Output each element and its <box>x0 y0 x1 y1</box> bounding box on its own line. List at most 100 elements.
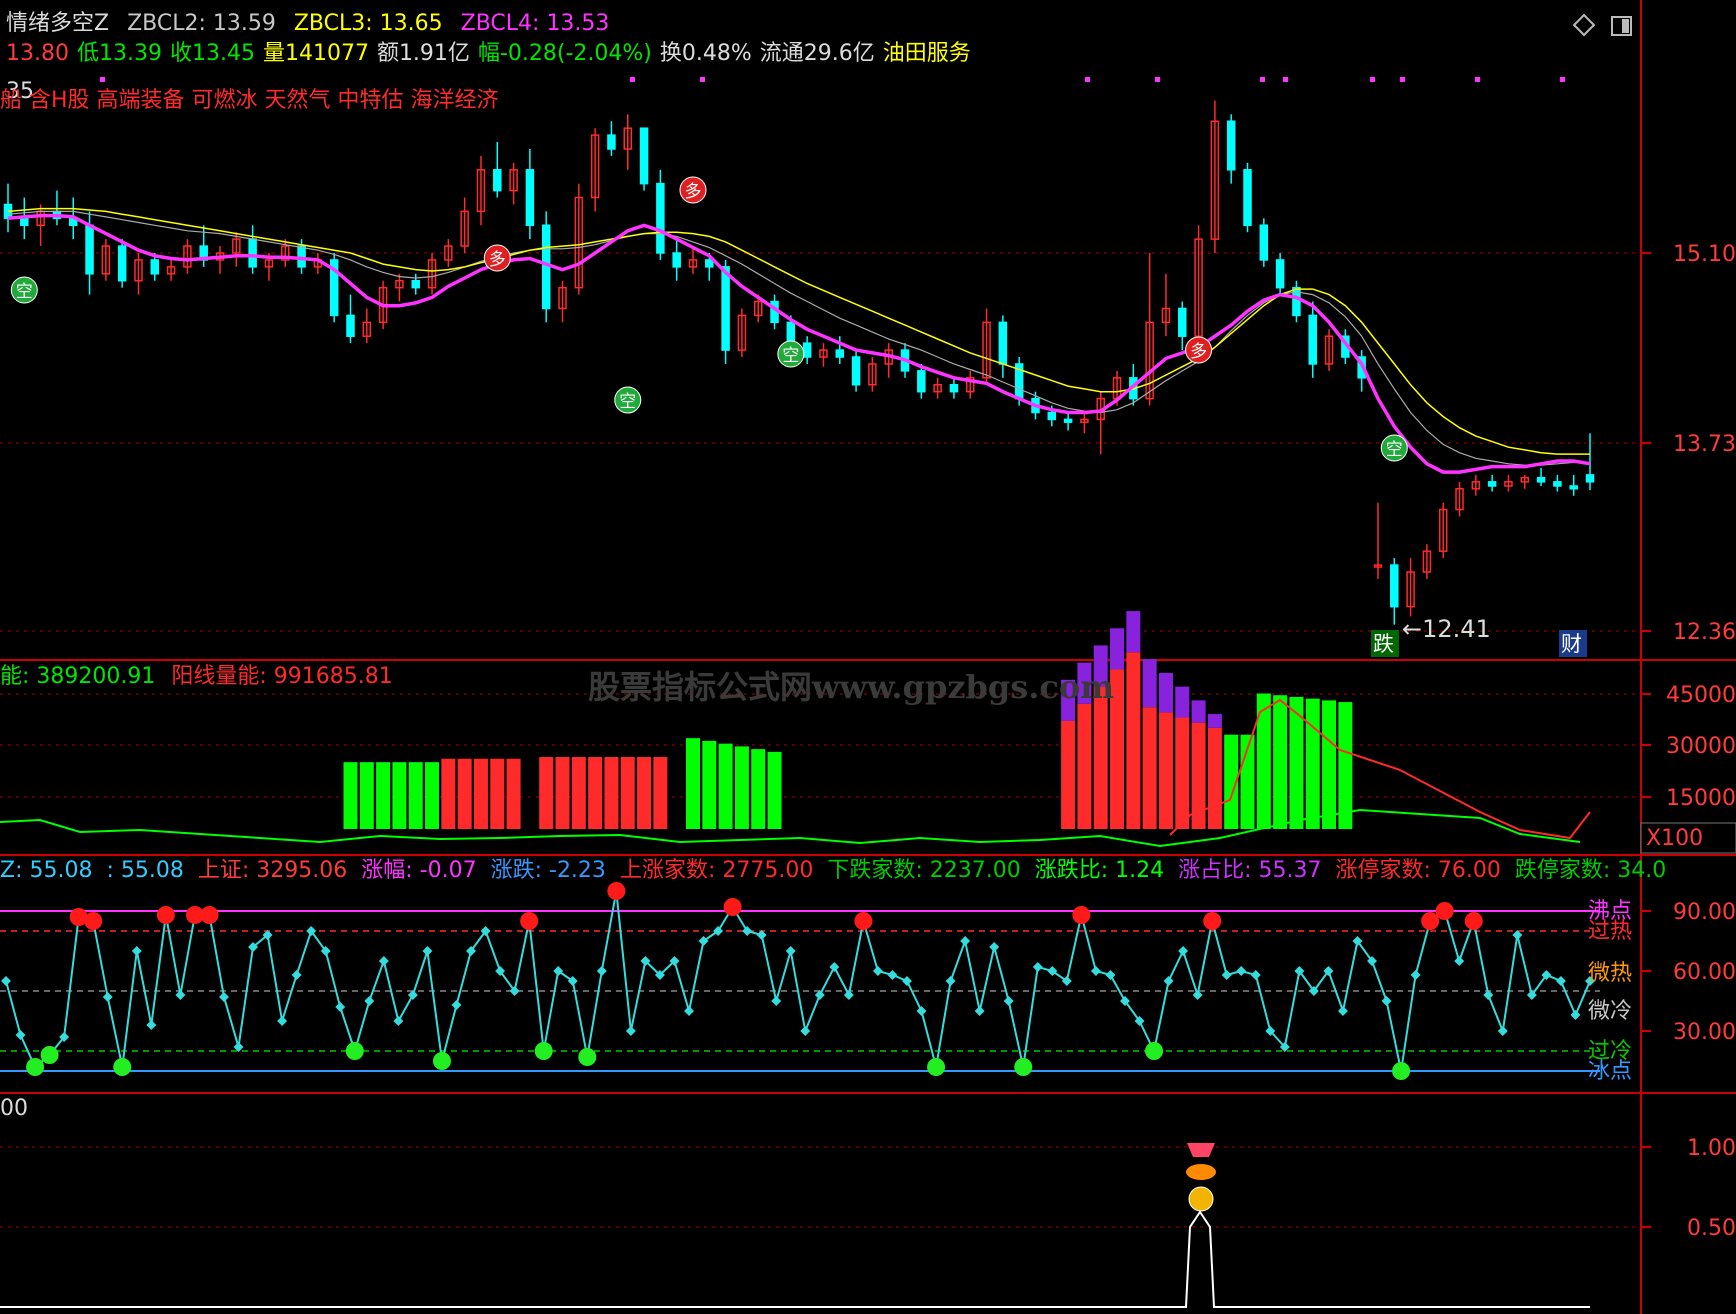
volume-bar <box>588 757 603 829</box>
volume-bar <box>555 757 570 829</box>
volume-bar <box>1142 707 1157 829</box>
candle-body <box>998 321 1008 365</box>
sentiment-point <box>887 970 898 980</box>
price-label-2: 13.73 <box>1673 432 1736 457</box>
sentiment-point <box>422 946 433 956</box>
zone-label-warm: 微热 <box>1588 961 1632 986</box>
candle-body <box>835 349 845 358</box>
top-marker <box>1370 77 1375 82</box>
sentiment-point <box>451 1000 462 1010</box>
volume-bar <box>359 762 374 829</box>
candle-body <box>1308 314 1317 365</box>
row2-item-6: 换0.48% <box>659 41 752 66</box>
row2-item-7: 流通29.6亿 <box>759 41 875 66</box>
vol-legend-item-0: 能: 389200.91 <box>0 664 156 689</box>
row2-item-2: 收13.45 <box>169 41 255 66</box>
volume-bar-top <box>1142 659 1157 708</box>
candle-body <box>1275 259 1285 289</box>
overheat-dot <box>723 898 742 916</box>
zone-label-overheat: 过热 <box>1588 919 1632 944</box>
top-marker <box>100 77 105 82</box>
signal-spike <box>0 1210 1590 1308</box>
sentiment-point <box>219 992 229 1002</box>
watermark: 股票指标公式网www.gpzbgs.com <box>588 668 1114 706</box>
signal-dot-label: 多 <box>1190 342 1207 362</box>
signal-label-2: 0.50 <box>1687 1216 1736 1241</box>
candle-body <box>150 259 160 275</box>
top-marker <box>1475 77 1480 82</box>
row1-item-0: 情绪多空Z <box>6 11 110 36</box>
volume-bar <box>637 757 652 829</box>
axis-labels: 15.10 13.73 12.36 45000 30000 15000 X100… <box>1640 242 1736 1241</box>
signal-label-1: 1.00 <box>1687 1136 1736 1161</box>
cai-badge: 财 <box>1561 632 1582 656</box>
volume-bar <box>1077 703 1092 829</box>
sentiment-point <box>146 1020 157 1030</box>
top-marker <box>1560 77 1565 82</box>
volume-bar-top <box>1158 672 1173 713</box>
sentiment-point <box>945 976 956 986</box>
sent-label-3: 30.00 <box>1673 1020 1736 1045</box>
header-row-1: 情绪多空Z ZBCL2: 13.59 ZBCL3: 13.65 ZBCL4: 13.5… <box>6 11 627 37</box>
header-row-2: 13.80 低13.39 收13.45 量141077 额1.91亿 幅-0.28(-2.… <box>6 41 979 67</box>
vol-legend-item-1: 阳线量能: 991685.81 <box>171 664 393 689</box>
overheat-dot <box>1203 912 1222 930</box>
candle-body <box>1569 485 1578 490</box>
volume-label-2: 30000 <box>1666 734 1736 759</box>
top-marker <box>1155 77 1160 82</box>
overheat-dot <box>156 906 175 924</box>
candle-body <box>1047 411 1057 421</box>
candle-body <box>639 127 649 185</box>
candle-body <box>248 238 257 268</box>
volume-bar <box>1126 652 1141 829</box>
sentiment-point <box>393 1016 404 1026</box>
volume-bar-top <box>1207 714 1222 728</box>
signal-dot-label: 空 <box>619 392 636 412</box>
sentiment-point <box>1221 970 1232 980</box>
freezing-dot <box>534 1042 553 1060</box>
row2-item-0: 13.80 <box>6 41 69 66</box>
volume-bar <box>343 762 358 829</box>
row2-item-1: 低13.39 <box>76 41 162 66</box>
sentiment-point <box>1163 976 1174 986</box>
zone-label-cool: 微冷 <box>1588 999 1632 1024</box>
concept-tags: 船 含H股 高端装备 可燃冰 天然气 中特估 海洋经济 <box>0 88 499 113</box>
freezing-dot <box>1014 1058 1033 1076</box>
stock-chart[interactable]: 空多空多空 多空 股票指标公式网www.gpzbgs.com ←12.41 跌 财… <box>0 0 1736 1314</box>
candle-body <box>1226 120 1236 171</box>
sentiment-point <box>102 992 113 1002</box>
overheat-dot <box>1072 906 1091 924</box>
volume-bar <box>1338 702 1353 829</box>
sent-legend-item-10: 跌停家数: 34.0 <box>1514 858 1667 883</box>
freezing-dot <box>40 1046 59 1064</box>
volume-bar <box>490 758 505 829</box>
sentiment-point <box>1250 970 1261 980</box>
candle-body <box>1259 224 1269 261</box>
zone-labels: 沸点 过热 微热 微冷 过冷 冰点 <box>1588 899 1632 1084</box>
candle-body <box>297 245 306 268</box>
diamond-icon[interactable] <box>1572 13 1596 37</box>
sentiment-point <box>1 976 11 986</box>
freezing-dot <box>345 1042 364 1060</box>
freezing-dot <box>113 1058 132 1076</box>
signal-dot-label: 空 <box>782 346 799 366</box>
sentiment-point <box>335 1002 346 1012</box>
sentiment-point <box>785 946 796 956</box>
gem-icon <box>1187 1143 1215 1157</box>
volume-bar <box>620 757 635 829</box>
row1-item-3: ZBCL4: 13.53 <box>460 11 610 36</box>
ma-line-gray <box>7 210 1590 466</box>
sentiment-point <box>1236 966 1247 976</box>
signal-dot-label: 空 <box>16 282 33 302</box>
die-badge: 跌 <box>1373 632 1394 656</box>
signal-legend: 00 <box>0 1096 28 1121</box>
zone-label-freezing: 冰点 <box>1588 1059 1632 1084</box>
sent-legend-item-0: Z: 55.08 <box>0 858 93 883</box>
ma-line-yellow <box>7 207 1590 455</box>
moving-averages <box>7 207 1591 474</box>
window-icon-fill <box>1622 19 1629 33</box>
freezing-dot <box>1392 1062 1411 1080</box>
sentiment-point <box>756 930 767 940</box>
candle-body <box>346 314 355 337</box>
candle-body <box>721 266 730 351</box>
